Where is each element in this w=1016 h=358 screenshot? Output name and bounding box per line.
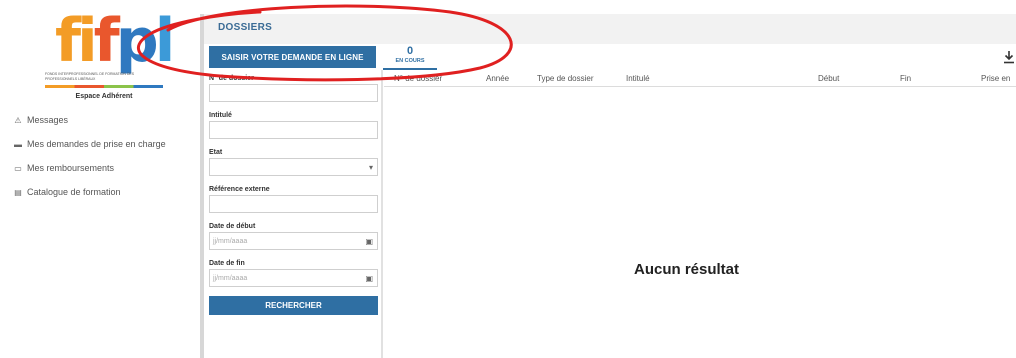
form-divider [381, 70, 383, 358]
table-header: N° de dossier Année Type de dossier Inti… [384, 70, 1016, 87]
logo-subtitle: FONDS INTERPROFESSIONNEL DE FORMATION DE… [45, 72, 135, 81]
intitule-label: Intitulé [209, 112, 232, 119]
sidebar-item-label: Mes demandes de prise en charge [27, 139, 166, 149]
empty-result-message: Aucun résultat [634, 261, 740, 278]
date-debut-placeholder: jj/mm/aaaa [213, 237, 248, 245]
calendar-icon[interactable]: ▣ [365, 237, 377, 246]
sidebar-item-label: Catalogue de formation [27, 187, 121, 197]
dossier-number-label: N° de dossier [209, 75, 254, 82]
fifpl-logo[interactable]: fifpl FONDS INTERPROFESSIONNEL DE FORMAT… [45, 10, 175, 106]
folder-icon: ▬ [14, 139, 22, 149]
search-form: N° de dossier Intitulé Etat ▾ Référence … [209, 74, 379, 296]
intitule-input[interactable] [209, 121, 378, 139]
en-cours-counter-tab[interactable]: 0 EN COURS [383, 44, 437, 70]
date-debut-label: Date de début [209, 223, 256, 230]
sidebar-item-messages[interactable]: ⚠ Messages [12, 108, 166, 132]
calendar-icon[interactable]: ▣ [365, 274, 377, 283]
chevron-down-icon: ▾ [368, 162, 373, 172]
column-header[interactable]: Type de dossier [537, 74, 593, 83]
column-header[interactable]: Année [486, 74, 509, 83]
logo-color-bar [45, 85, 163, 88]
header-bar [204, 14, 1016, 44]
reference-externe-label: Référence externe [209, 186, 270, 193]
counter-label: EN COURS [395, 58, 425, 64]
saisir-demande-button[interactable]: SAISIR VOTRE DEMANDE EN LIGNE [209, 46, 376, 68]
logo-wordmark: fifpl [55, 6, 175, 76]
date-fin-input[interactable]: jj/mm/aaaa ▣ [209, 269, 378, 287]
rechercher-button[interactable]: RECHERCHER [209, 296, 378, 315]
column-header[interactable]: Prise en [981, 74, 1010, 83]
column-header[interactable]: N° de dossier [394, 74, 442, 83]
etat-select[interactable]: ▾ [209, 158, 378, 176]
counter-value: 0 [406, 45, 414, 57]
reference-externe-input[interactable] [209, 195, 378, 213]
etat-label: Etat [209, 149, 223, 156]
sidebar-divider [200, 14, 204, 358]
sidebar-nav: ⚠ Messages ▬ Mes demandes de prise en ch… [12, 108, 166, 204]
date-fin-label: Date de fin [209, 260, 245, 267]
sidebar-item-catalogue[interactable]: ▤ Catalogue de formation [12, 180, 166, 204]
column-header[interactable]: Début [818, 74, 839, 83]
sidebar-item-label: Messages [27, 115, 69, 125]
date-debut-input[interactable]: jj/mm/aaaa ▣ [209, 232, 378, 250]
sidebar-item-label: Mes remboursements [27, 163, 115, 173]
date-fin-placeholder: jj/mm/aaaa [213, 274, 248, 282]
sidebar-item-demandes[interactable]: ▬ Mes demandes de prise en charge [12, 132, 166, 156]
dossier-number-input[interactable] [209, 84, 378, 102]
download-icon[interactable] [1003, 50, 1015, 64]
sidebar: fifpl FONDS INTERPROFESSIONNEL DE FORMAT… [0, 0, 200, 358]
column-header[interactable]: Fin [900, 74, 911, 83]
column-header[interactable]: Intitulé [626, 74, 650, 83]
catalog-icon: ▤ [14, 187, 22, 197]
page-title: DOSSIERS [218, 22, 273, 33]
espace-adherent-label: Espace Adhérent [75, 93, 133, 100]
warning-icon: ⚠ [14, 115, 22, 125]
sidebar-item-remboursements[interactable]: ▭ Mes remboursements [12, 156, 166, 180]
card-icon: ▭ [14, 163, 22, 173]
